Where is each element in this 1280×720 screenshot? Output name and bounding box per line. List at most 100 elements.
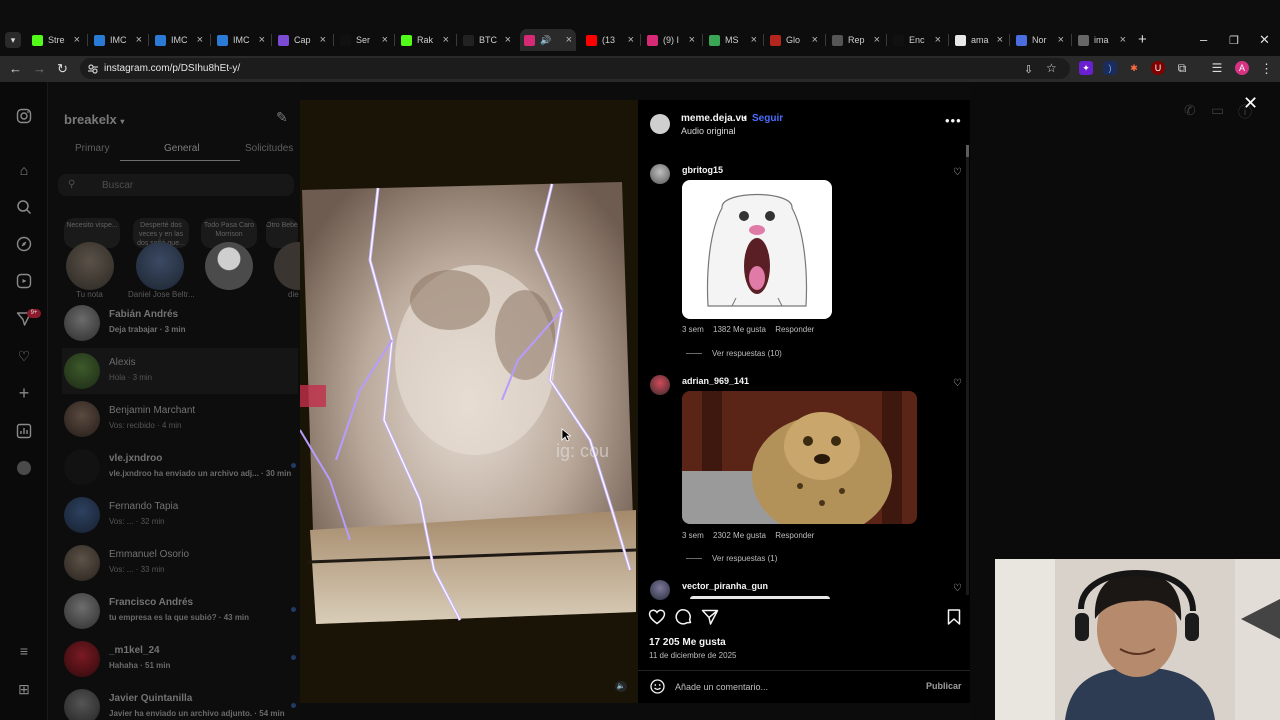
post-username[interactable]: meme.deja.vu — [681, 113, 747, 124]
extensions-puzzle-icon[interactable]: ⧉ — [1175, 61, 1189, 75]
browser-tab[interactable]: Stre × — [28, 29, 84, 51]
tab-close-icon[interactable]: × — [505, 34, 511, 46]
avatar[interactable] — [650, 580, 670, 600]
reload-icon[interactable]: ↻ — [57, 61, 68, 77]
comment-username[interactable]: adrian_969_141 — [682, 376, 749, 386]
browser-tab[interactable]: ama × — [951, 29, 1007, 51]
dashboard-icon[interactable] — [16, 423, 32, 439]
view-replies-button[interactable]: Ver respuestas (10) — [686, 349, 782, 358]
tab-close-icon[interactable]: × — [751, 34, 757, 46]
post-media-video[interactable] — [300, 100, 638, 703]
share-icon[interactable] — [701, 608, 719, 626]
list-item[interactable]: Fernando Tapia Vos: ... · 32 min — [62, 492, 298, 538]
browser-tab[interactable]: (9) I × — [643, 29, 699, 51]
tab-list-button[interactable]: ▾ — [5, 32, 21, 48]
list-item[interactable]: Benjamin Marchant Vos: recibido · 4 min — [62, 396, 298, 442]
tab-general[interactable]: General — [164, 143, 200, 154]
avatar[interactable] — [136, 242, 184, 290]
browser-tab[interactable]: ima × — [1074, 29, 1130, 51]
list-item[interactable]: Javier Quintanilla Javier ha enviado un … — [62, 684, 298, 720]
comment-input[interactable] — [675, 681, 915, 693]
window-close-button[interactable]: ✕ — [1259, 32, 1270, 48]
minimize-button[interactable]: – — [1200, 32, 1207, 47]
browser-tab[interactable]: IMC × — [90, 29, 146, 51]
audio-label[interactable]: Audio original — [681, 126, 736, 136]
tab-close-icon[interactable]: × — [689, 34, 695, 46]
browser-tab[interactable]: 🔊 × — [520, 29, 576, 51]
create-icon[interactable]: + — [16, 384, 32, 402]
browser-tab[interactable]: Enc × — [889, 29, 945, 51]
avatar[interactable] — [650, 164, 670, 184]
account-switcher[interactable]: breakelx ▾ — [64, 112, 124, 127]
tab-close-icon[interactable]: × — [74, 34, 80, 46]
like-heart-icon[interactable] — [648, 608, 666, 626]
extension-icon[interactable]: U — [1151, 61, 1165, 75]
url-text[interactable]: instagram.com/p/DSIhu8hEt-y/ — [104, 63, 240, 74]
browser-tab[interactable]: BTC × — [459, 29, 515, 51]
install-app-icon[interactable]: ⇩ — [1024, 63, 1033, 76]
tab-close-icon[interactable]: × — [197, 34, 203, 46]
extension-icon[interactable]: ✦ — [1079, 61, 1093, 75]
comment-image[interactable] — [682, 391, 917, 524]
comment-like-icon[interactable]: ♡ — [953, 583, 962, 594]
scrollbar-thumb[interactable] — [966, 145, 969, 157]
comment-like-icon[interactable]: ♡ — [953, 378, 962, 389]
tab-close-icon[interactable]: × — [566, 34, 572, 46]
list-item[interactable]: Francisco Andrés tu empresa es la que su… — [62, 588, 298, 634]
tab-close-icon[interactable]: × — [382, 34, 388, 46]
mute-toggle-icon[interactable]: 🔈 — [615, 681, 627, 692]
maximize-button[interactable]: ❐ — [1229, 34, 1239, 47]
notifications-heart-icon[interactable]: ♡ — [16, 348, 32, 364]
list-item[interactable]: Emmanuel Osorio Vos: ... · 33 min — [62, 540, 298, 586]
follow-button[interactable]: Seguir — [752, 113, 783, 124]
tab-primary[interactable]: Primary — [75, 143, 109, 154]
site-info-icon[interactable] — [87, 62, 99, 74]
side-panel-icon[interactable]: ☰ — [1210, 61, 1224, 75]
extension-icon[interactable]: ) — [1103, 61, 1117, 75]
tab-close-icon[interactable]: × — [812, 34, 818, 46]
explore-icon[interactable] — [16, 236, 32, 252]
forward-icon[interactable]: → — [33, 61, 46, 76]
tab-close-icon[interactable]: × — [443, 34, 449, 46]
profile-icon[interactable] — [17, 461, 31, 475]
new-message-icon[interactable]: ✎ — [276, 109, 288, 126]
tab-requests[interactable]: Solicitudes — [245, 143, 293, 154]
reply-button[interactable]: Responder — [775, 325, 814, 334]
browser-tab[interactable]: Ser × — [336, 29, 392, 51]
comment-like-count[interactable]: 2302 Me gusta — [713, 531, 766, 540]
comment-icon[interactable] — [675, 608, 693, 626]
tab-close-icon[interactable]: × — [628, 34, 634, 46]
browser-tab[interactable]: Glo × — [766, 29, 822, 51]
search-icon[interactable] — [16, 199, 32, 215]
tab-close-icon[interactable]: × — [1120, 34, 1126, 46]
browser-tab[interactable]: IMC × — [151, 29, 207, 51]
extension-icon[interactable]: ✱ — [1127, 61, 1141, 75]
emoji-icon[interactable] — [650, 679, 665, 694]
view-replies-button[interactable]: Ver respuestas (1) — [686, 554, 777, 563]
tab-close-icon[interactable]: × — [874, 34, 880, 46]
browser-tab[interactable]: Rak × — [397, 29, 453, 51]
browser-menu-icon[interactable]: ⋮ — [1260, 61, 1273, 77]
comments-scrollbar[interactable] — [966, 145, 969, 595]
avatar[interactable] — [66, 242, 114, 290]
tab-close-icon[interactable]: × — [997, 34, 1003, 46]
tab-close-icon[interactable]: × — [259, 34, 265, 46]
comment-username[interactable]: vector_piranha_gun — [682, 581, 768, 591]
bookmark-star-icon[interactable]: ☆ — [1046, 61, 1057, 75]
profile-avatar[interactable]: A — [1235, 61, 1249, 75]
tab-close-icon[interactable]: × — [136, 34, 142, 46]
tab-close-icon[interactable]: × — [320, 34, 326, 46]
publish-button[interactable]: Publicar — [926, 681, 962, 691]
browser-tab[interactable]: (13 × — [582, 29, 638, 51]
comment-image[interactable] — [690, 596, 830, 599]
list-item[interactable]: Alexis Hola · 3 min — [62, 348, 298, 394]
home-icon[interactable]: ⌂ — [16, 162, 32, 178]
avatar[interactable] — [650, 114, 670, 134]
back-icon[interactable]: ← — [9, 61, 22, 76]
comment-like-icon[interactable]: ♡ — [953, 167, 962, 178]
reply-button[interactable]: Responder — [775, 531, 814, 540]
list-item[interactable]: Fabián Andrés Deja trabajar · 3 min — [62, 300, 298, 346]
comment-like-count[interactable]: 1382 Me gusta — [713, 325, 766, 334]
browser-tab[interactable]: MS × — [705, 29, 761, 51]
tab-close-icon[interactable]: × — [935, 34, 941, 46]
